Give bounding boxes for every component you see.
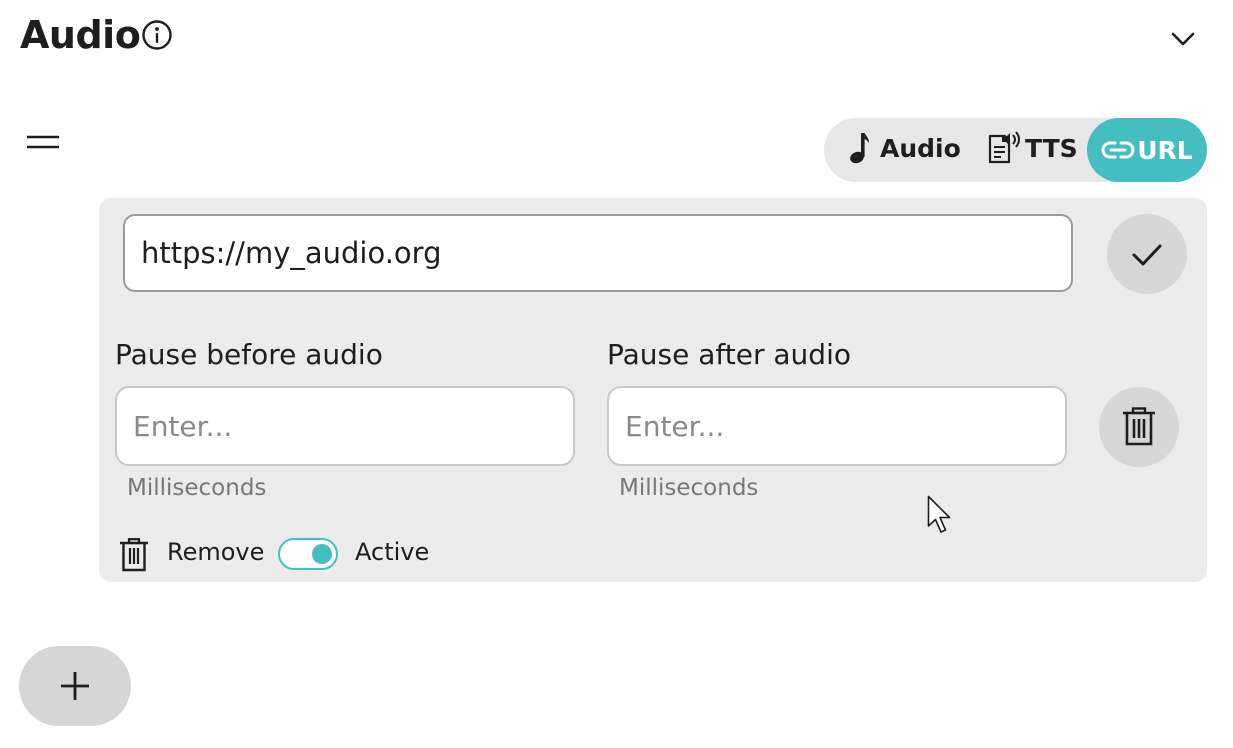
source-switch: Audio TTS URL	[824, 118, 1207, 182]
source-option-tts-label: TTS	[1025, 133, 1078, 163]
pause-before-hint: Milliseconds	[127, 475, 267, 501]
toggle-knob	[312, 544, 332, 564]
delete-pause-button[interactable]	[1099, 387, 1179, 467]
active-toggle[interactable]	[278, 538, 338, 570]
add-audio-button[interactable]	[19, 646, 131, 726]
pause-after-input[interactable]	[607, 386, 1067, 466]
active-label: Active	[355, 538, 430, 566]
drag-handle-icon[interactable]	[26, 133, 60, 153]
pause-before-label: Pause before audio	[115, 338, 383, 371]
source-option-audio-label: Audio	[880, 133, 961, 163]
source-option-audio[interactable]: Audio	[848, 124, 961, 172]
source-option-tts[interactable]: TTS	[987, 124, 1078, 172]
link-icon	[1101, 141, 1135, 159]
page-title: Audio	[20, 13, 141, 57]
pause-after-hint: Milliseconds	[619, 475, 759, 501]
info-icon[interactable]	[141, 19, 173, 51]
remove-button[interactable]: Remove	[167, 538, 264, 566]
source-option-url[interactable]: URL	[1087, 118, 1207, 182]
music-note-icon	[850, 133, 869, 164]
audio-url-panel: Pause before audio Pause after audio Mil…	[99, 198, 1207, 582]
audio-url-input[interactable]	[123, 214, 1073, 292]
text-to-speech-icon	[988, 131, 1020, 164]
plus-icon	[61, 672, 89, 700]
source-option-url-label: URL	[1137, 135, 1193, 165]
mouse-pointer-icon	[927, 495, 951, 533]
pause-after-label: Pause after audio	[607, 338, 851, 371]
trash-icon[interactable]	[119, 538, 149, 572]
confirm-url-button[interactable]	[1107, 214, 1187, 294]
check-icon	[1132, 244, 1162, 266]
chevron-down-icon[interactable]	[1168, 24, 1198, 54]
pause-before-input[interactable]	[115, 386, 575, 466]
trash-icon	[1123, 407, 1155, 446]
